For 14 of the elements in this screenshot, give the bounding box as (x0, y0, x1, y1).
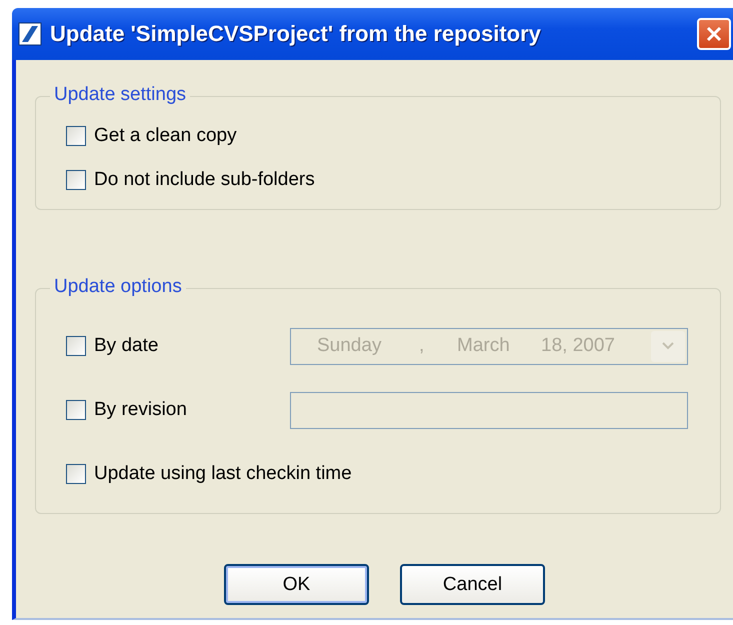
date-part: , (419, 335, 426, 357)
group-title: Update options (50, 276, 186, 298)
group-title: Update settings (50, 84, 190, 106)
dialog-button[interactable]: OK (224, 564, 369, 605)
checkbox-label: By date (94, 335, 158, 357)
date-part: March (457, 335, 511, 357)
checkbox-label: By revision (94, 399, 187, 421)
window-title: Update 'SimpleCVSProject' from the repository (50, 21, 541, 47)
dialog-button[interactable]: Cancel (400, 564, 545, 605)
checkbox-label: Do not include sub-folders (94, 169, 315, 191)
date-part: Sunday (317, 335, 382, 357)
date-part: 18, 2007 (541, 335, 615, 357)
checkbox-label: Get a clean copy (94, 125, 237, 147)
checkbox-label: Update using last checkin time (94, 463, 352, 485)
